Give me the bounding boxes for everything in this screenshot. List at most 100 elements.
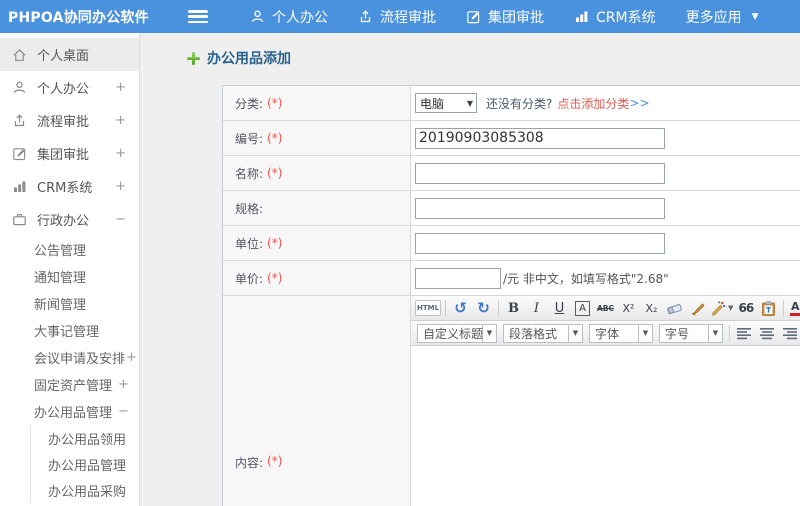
- edit-icon: [466, 9, 481, 24]
- form-row-content: 内容: (*) HTML ↺ ↻ B I U A ABC X² X₂ ▼ 66 …: [223, 296, 800, 506]
- font-size-select[interactable]: 字号 ▼: [659, 323, 723, 343]
- user-icon: [12, 80, 28, 95]
- required-mark: (*): [267, 236, 283, 250]
- nav-group-approval[interactable]: 集团审批: [466, 7, 544, 27]
- font-color-button[interactable]: A ▼: [788, 298, 800, 318]
- combo-arrow-icon[interactable]: ▼: [709, 323, 723, 343]
- align-center-button[interactable]: [757, 323, 778, 343]
- page-title: 办公用品添加: [207, 51, 291, 67]
- price-label: 单价: (*): [223, 261, 411, 295]
- main-content: 办公用品添加 分类: (*) 电脑 ▼ 还没有分类? 点击添加分类 >> 编号:: [141, 33, 800, 506]
- sidebar-item-admin-office[interactable]: 行政办公 −: [0, 203, 139, 236]
- code-label: 编号: (*): [223, 121, 411, 155]
- sidebar-item-memorabilia-mgmt[interactable]: 大事记管理: [0, 317, 139, 344]
- sidebar-item-news-mgmt[interactable]: 新闻管理: [0, 290, 139, 317]
- format-brush-button[interactable]: [687, 298, 708, 318]
- combo-arrow-icon[interactable]: ▼: [639, 323, 653, 343]
- caret-down-icon: ▼: [728, 304, 734, 312]
- add-category-link[interactable]: 点击添加分类: [557, 95, 629, 112]
- sidebar-item-personal-desktop[interactable]: 个人桌面: [0, 38, 139, 71]
- required-mark: (*): [267, 131, 283, 145]
- category-label: 分类: (*): [223, 86, 411, 120]
- undo-button[interactable]: ↺: [450, 298, 471, 318]
- bold-button[interactable]: B: [503, 298, 524, 318]
- bar-chart-icon: [12, 179, 28, 194]
- sidebar-item-workflow-approval[interactable]: 流程审批 +: [0, 104, 139, 137]
- align-left-button[interactable]: [734, 323, 755, 343]
- editor-content-area[interactable]: [411, 346, 800, 506]
- sidebar-item-personal-office[interactable]: 个人办公 +: [0, 71, 139, 104]
- sidebar-item-crm[interactable]: CRM系统 +: [0, 170, 139, 203]
- spec-input[interactable]: [415, 197, 665, 219]
- required-mark: (*): [267, 166, 283, 180]
- source-code-button[interactable]: HTML: [415, 300, 441, 316]
- magic-pen-icon: [712, 301, 726, 316]
- auto-typeset-button[interactable]: ▼: [710, 298, 733, 318]
- blockquote-button[interactable]: 66: [735, 298, 756, 318]
- nav-more-apps[interactable]: 更多应用 ▼: [686, 7, 759, 27]
- hamburger-icon[interactable]: [188, 10, 208, 23]
- sidebar-item-group-approval[interactable]: 集团审批 +: [0, 137, 139, 170]
- edit-icon: [12, 146, 28, 161]
- form-row-price: 单价: (*) /元 非中文，如填写格式"2.68": [223, 261, 800, 296]
- required-mark: (*): [267, 454, 283, 468]
- sidebar-item-supplies-manage[interactable]: 办公用品管理: [31, 451, 139, 477]
- sidebar-item-office-supplies-mgmt[interactable]: 办公用品管理 −: [0, 398, 139, 425]
- sidebar-item-supplies-claim[interactable]: 办公用品领用: [31, 425, 139, 451]
- code-input[interactable]: [415, 127, 665, 149]
- brush-icon: [691, 303, 705, 316]
- editor-toolbar-row2: 自定义标题 ▼ 段落格式 ▼ 字体 ▼ 字号 ▼: [411, 321, 800, 346]
- price-suffix: /元 非中文，如填写格式"2.68": [503, 271, 669, 286]
- sidebar-item-notice-mgmt[interactable]: 通知管理: [0, 263, 139, 290]
- sidebar-item-supplies-purchase[interactable]: 办公用品采购: [31, 477, 139, 503]
- sidebar-item-meeting-request[interactable]: 会议申请及安排 +: [0, 344, 139, 371]
- briefcase-icon: [12, 212, 28, 227]
- category-select[interactable]: 电脑 ▼: [415, 93, 477, 113]
- price-input[interactable]: [415, 267, 501, 289]
- nav-crm[interactable]: CRM系统: [574, 7, 656, 27]
- nav-workflow-approval[interactable]: 流程审批: [358, 7, 436, 27]
- custom-title-select[interactable]: 自定义标题 ▼: [417, 323, 497, 343]
- superscript-button[interactable]: X²: [618, 298, 639, 318]
- toolbar-separator: [783, 300, 785, 316]
- font-border-button[interactable]: A: [575, 300, 590, 316]
- name-input[interactable]: [415, 162, 665, 184]
- top-nav: 个人办公 流程审批 集团审批 CRM系统 更多应用 ▼: [250, 7, 759, 27]
- eraser-button[interactable]: [664, 298, 685, 318]
- name-label: 名称: (*): [223, 156, 411, 190]
- redo-button[interactable]: ↻: [473, 298, 494, 318]
- content-label: 内容: (*): [223, 296, 411, 506]
- unit-label: 单位: (*): [223, 226, 411, 260]
- editor-toolbar-row1: HTML ↺ ↻ B I U A ABC X² X₂ ▼ 66 A: [411, 296, 800, 321]
- align-right-button[interactable]: [780, 323, 800, 343]
- required-mark: (*): [267, 96, 283, 110]
- form-row-category: 分类: (*) 电脑 ▼ 还没有分类? 点击添加分类 >>: [223, 86, 800, 121]
- combo-arrow-icon[interactable]: ▼: [569, 323, 583, 343]
- user-icon: [250, 9, 265, 24]
- home-icon: [12, 48, 28, 62]
- nav-personal-office[interactable]: 个人办公: [250, 7, 328, 27]
- align-right-icon: [783, 327, 797, 339]
- align-left-icon: [737, 327, 751, 339]
- sidebar-item-fixed-assets-mgmt[interactable]: 固定资产管理 +: [0, 371, 139, 398]
- workflow-icon: [358, 9, 373, 24]
- add-category-link-arrows[interactable]: >>: [629, 96, 649, 110]
- workflow-icon: [12, 113, 28, 128]
- subscript-button[interactable]: X₂: [641, 298, 662, 318]
- strikethrough-button[interactable]: ABC: [595, 298, 616, 318]
- italic-button[interactable]: I: [526, 298, 547, 318]
- align-center-icon: [760, 327, 774, 339]
- combo-arrow-icon[interactable]: ▼: [483, 323, 497, 343]
- bar-chart-icon: [574, 9, 589, 24]
- toolbar-separator: [498, 300, 499, 316]
- sidebar: 个人桌面 个人办公 + 流程审批 + 集团审批 + CRM系统 + 行政办公 −: [0, 33, 140, 506]
- app-header: PHPOA协同办公软件 个人办公 流程审批 集团审批 CRM系统 更多应用 ▼: [0, 0, 800, 33]
- underline-button[interactable]: U: [549, 298, 570, 318]
- font-family-select[interactable]: 字体 ▼: [589, 323, 653, 343]
- paste-text-button[interactable]: [758, 298, 779, 318]
- paragraph-format-select[interactable]: 段落格式 ▼: [503, 323, 583, 343]
- required-mark: (*): [267, 271, 283, 285]
- unit-input[interactable]: [415, 232, 665, 254]
- form-row-code: 编号: (*): [223, 121, 800, 156]
- sidebar-item-announcement-mgmt[interactable]: 公告管理: [0, 236, 139, 263]
